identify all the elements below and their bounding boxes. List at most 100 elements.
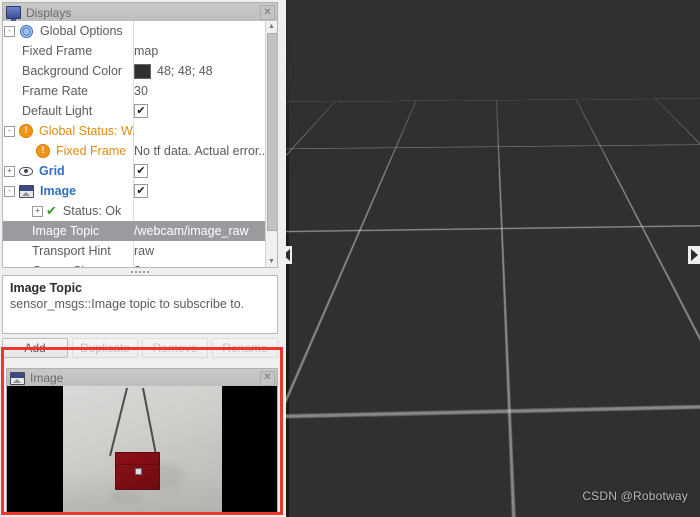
tree-row-value-cell[interactable] <box>134 121 267 141</box>
collapse-toggle-icon[interactable]: - <box>4 25 15 37</box>
tree-row-value-cell[interactable]: 48; 48; 48 <box>134 61 267 81</box>
tree-row-value-cell[interactable] <box>134 201 267 221</box>
splitter-dot <box>143 270 145 273</box>
wall-smudge <box>111 490 141 504</box>
displays-title-label: Displays <box>26 5 72 20</box>
tree-row-label: Grid <box>39 164 65 178</box>
displays-title-bar[interactable]: Displays ✕ <box>2 2 278 23</box>
tree-row-queue-size[interactable]: Queue Size2 <box>3 261 267 267</box>
red-handbag <box>115 452 160 490</box>
tree-row-image-topic[interactable]: Image Topic/webcam/image_raw <box>3 221 265 241</box>
tree-row-value: 48; 48; 48 <box>157 64 213 78</box>
letterbox-right <box>222 386 277 513</box>
close-icon[interactable]: ✕ <box>260 370 275 386</box>
tree-row-background-color[interactable]: Background Color 48; 48; 48 <box>3 61 265 81</box>
tree-row-value-cell[interactable]: 30 <box>134 81 267 101</box>
tree-row-value-cell[interactable]: map <box>134 41 267 61</box>
picture-icon <box>19 184 34 198</box>
image-title-label: Image <box>30 371 64 385</box>
display-tree-container[interactable]: - Global Options Fixed Frame map Background … <box>2 21 278 268</box>
tree-row-label: Fixed Frame <box>22 44 93 58</box>
tree-row-name-cell: + Grid <box>3 161 134 181</box>
image-panel: Image ✕ <box>6 368 278 514</box>
letterbox-left <box>7 386 63 513</box>
enable-checkbox[interactable]: ✔ <box>134 184 148 198</box>
displays-button-row: Add Duplicate Remove Rename <box>2 338 278 358</box>
expand-toggle-icon[interactable]: + <box>32 205 43 217</box>
splitter-dot <box>139 270 141 273</box>
scroll-down-icon[interactable]: ▼ <box>266 256 277 267</box>
tree-row-transport-hint[interactable]: Transport Hint raw <box>3 241 265 261</box>
collapse-toggle-icon[interactable]: - <box>4 125 15 137</box>
close-icon[interactable]: ✕ <box>260 5 275 20</box>
expand-toggle-icon[interactable]: + <box>4 165 15 177</box>
rename-button: Rename <box>212 338 278 358</box>
tree-row-label: Image <box>40 184 77 198</box>
tree-row-grid[interactable]: + Grid ✔ <box>3 161 265 181</box>
warning-icon: ! <box>36 144 50 158</box>
tree-row-value-cell[interactable]: ✔ <box>134 101 267 121</box>
tree-row-name-cell: Fixed Frame <box>3 41 152 61</box>
tree-row-value: No tf data. Actual error... <box>134 144 267 158</box>
tree-row-name-cell: - Image <box>3 181 134 201</box>
tree-row-value-cell[interactable]: 2 <box>134 261 267 267</box>
tree-row-name-cell: - Global Options <box>3 21 134 41</box>
collapse-handle-right[interactable] <box>688 246 700 264</box>
tree-row-image[interactable]: - Image ✔ <box>3 181 265 201</box>
displays-panel: Displays ✕ - Global Options Fixed Frame map… <box>2 2 278 358</box>
tree-row-label: Frame Rate <box>22 84 88 98</box>
enable-checkbox[interactable]: ✔ <box>134 164 148 178</box>
tree-row-name-cell: -! Global Status: W... <box>3 121 134 141</box>
collapse-toggle-icon[interactable]: - <box>4 185 15 197</box>
tree-row-label: Global Status: W... <box>39 124 134 138</box>
tree-row-value: raw <box>134 244 155 258</box>
render-view-3d[interactable]: CSDN @Robotway <box>286 0 700 517</box>
tree-row-value-cell[interactable]: No tf data. Actual error... <box>134 141 267 161</box>
tree-row-label: Transport Hint <box>32 244 111 258</box>
bag-strap-left <box>109 387 128 457</box>
tree-row-value-cell[interactable] <box>134 21 267 41</box>
eye-icon <box>19 166 33 176</box>
image-view-canvas[interactable] <box>6 386 278 514</box>
enable-checkbox[interactable]: ✔ <box>134 104 148 118</box>
monitor-icon <box>6 6 21 21</box>
tree-row-status-fixed-frame[interactable]: ! Fixed Frame No tf data. Actual error... <box>3 141 267 161</box>
app-window: CSDN @Robotway Displays ✕ - Global Option… <box>0 0 700 517</box>
tree-row-label: Image Topic <box>32 224 100 238</box>
tree-row-label: Global Options <box>40 24 123 38</box>
camera-frame <box>63 386 222 513</box>
tree-row-label: Background Color <box>22 64 123 78</box>
description-body: sensor_msgs::Image topic to subscribe to… <box>10 297 245 311</box>
tree-row-global-status[interactable]: -! Global Status: W... <box>3 121 265 141</box>
tree-row-value-cell[interactable]: ✔ <box>134 181 267 201</box>
description-panel: Image Topic sensor_msgs::Image topic to … <box>2 275 278 334</box>
tree-row-fixed-frame[interactable]: Fixed Frame map <box>3 41 265 61</box>
add-button[interactable]: Add <box>2 338 68 358</box>
tree-row-value: 30 <box>134 84 148 98</box>
tree-row-value-cell[interactable]: /webcam/image_raw <box>134 221 267 241</box>
tree-row-name-cell: Background Color <box>3 61 152 81</box>
bag-clasp <box>135 468 142 475</box>
tree-row-frame-rate[interactable]: Frame Rate 30 <box>3 81 265 101</box>
scroll-up-icon[interactable]: ▲ <box>266 21 277 32</box>
image-title-bar[interactable]: Image ✕ <box>6 368 278 388</box>
tree-row-default-light[interactable]: Default Light ✔ <box>3 101 265 121</box>
tree-row-value-cell[interactable]: ✔ <box>134 161 267 181</box>
description-title: Image Topic <box>10 281 83 295</box>
tree-row-global-options[interactable]: - Global Options <box>3 21 265 41</box>
duplicate-button: Duplicate <box>72 338 138 358</box>
left-dock-column: Displays ✕ - Global Options Fixed Frame map… <box>0 0 286 517</box>
tree-row-image-status[interactable]: + ✔ Status: Ok <box>3 201 265 221</box>
panel-splitter[interactable] <box>2 268 278 275</box>
display-tree[interactable]: - Global Options Fixed Frame map Background … <box>3 21 267 267</box>
scrollbar-thumb[interactable] <box>267 33 277 231</box>
grid-display <box>286 0 700 104</box>
tree-scrollbar[interactable]: ▲ ▼ <box>265 21 277 267</box>
tree-row-value-cell[interactable]: raw <box>134 241 267 261</box>
color-swatch[interactable] <box>134 63 151 79</box>
bag-strap-right <box>142 387 158 457</box>
tree-row-label: Default Light <box>22 104 93 118</box>
picture-icon <box>10 371 25 385</box>
watermark-text: CSDN @Robotway <box>582 489 688 503</box>
splitter-dot <box>131 270 133 273</box>
